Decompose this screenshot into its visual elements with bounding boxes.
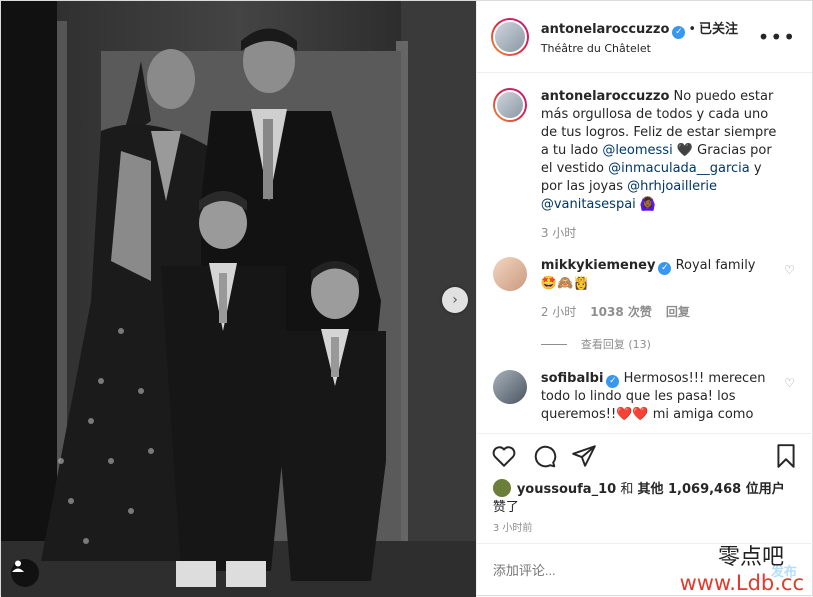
following-button[interactable]: 已关注 — [699, 22, 738, 37]
commenter-username[interactable]: mikkykiemeney — [541, 258, 656, 273]
like-comment-heart-icon[interactable]: ♡ — [784, 263, 795, 277]
location-link[interactable]: Théâtre du Châtelet — [541, 42, 738, 55]
post-sidebar: antonelaroccuzzo ✓ • 已关注 Théâtre du Châtele… — [475, 1, 813, 597]
mention-link[interactable]: @vanitasespai — [541, 197, 636, 212]
liker-avatar[interactable] — [492, 479, 511, 497]
separator-dot: • — [688, 22, 697, 37]
instagram-post: › antonelaroccuzzo ✓ • 已关注 Théâtre du Châte… — [0, 0, 813, 597]
like-comment-heart-icon[interactable]: ♡ — [784, 376, 795, 390]
replies-line — [540, 343, 567, 345]
likes-others-link[interactable]: 其他 1,069,468 位用户 — [637, 482, 784, 497]
view-replies-button[interactable]: 查看回复 (13) — [540, 336, 797, 352]
mention-link[interactable]: @inmaculada__garcia — [608, 161, 750, 176]
comment-row: mikkykiemeney ✓ Royal family 🤩🙈👸 2 小时 1038 … — [492, 257, 797, 320]
like-heart-icon[interactable] — [491, 443, 517, 469]
caption-row: antonelaroccuzzo No puedo estar más orgu… — [492, 88, 797, 241]
likes-summary: youssoufa_10 和 其他 1,069,468 位用户赞了 — [492, 479, 793, 517]
more-options-icon[interactable]: ••• — [758, 25, 796, 49]
watermark-url: www.Ldb.cc — [679, 571, 804, 595]
comment-content: 🤩🙈👸 — [540, 276, 590, 291]
watermark-text: 零点吧 — [717, 545, 784, 570]
comment-text: sofibalbi ✓ Hermosos!!! merecen todo lo l… — [541, 370, 787, 424]
likes-liked: 赞了 — [492, 500, 519, 515]
mention-link[interactable]: @leomessi — [602, 143, 672, 158]
comments-section[interactable]: antonelaroccuzzo No puedo estar más orgu… — [477, 74, 813, 432]
liker-username[interactable]: youssoufa_10 — [517, 482, 616, 497]
commenter-avatar[interactable] — [492, 257, 527, 291]
commenter-username[interactable]: sofibalbi — [541, 371, 604, 386]
author-info: antonelaroccuzzo ✓ • 已关注 Théâtre du Châtele… — [541, 18, 738, 55]
comment-bubble-icon[interactable] — [531, 443, 557, 469]
view-replies-label: 查看回复 (13) — [580, 338, 651, 351]
caption-time: 3 小时 — [540, 226, 577, 240]
comment-meta: 2 小时 1038 次赞 回复 — [541, 303, 787, 320]
tagged-users-icon[interactable] — [11, 559, 39, 587]
comment-row: sofibalbi ✓ Hermosos!!! merecen todo lo l… — [492, 370, 797, 424]
family-photo — [1, 1, 476, 597]
author-username[interactable]: antonelaroccuzzo — [541, 22, 670, 37]
caption-username[interactable]: antonelaroccuzzo — [541, 89, 670, 104]
verified-badge-icon: ✓ — [606, 375, 620, 388]
comment-content: Royal family — [671, 258, 756, 273]
caption-text: antonelaroccuzzo No puedo estar más orgu… — [541, 88, 787, 214]
action-bar — [476, 433, 813, 478]
author-avatar[interactable] — [490, 17, 529, 56]
verified-badge-icon: ✓ — [672, 26, 686, 39]
watermark: 零点吧 www.Ldb.cc — [680, 539, 804, 595]
comment-time: 2 小时 — [540, 305, 577, 319]
next-photo-arrow-icon[interactable]: › — [442, 287, 468, 313]
comment-body: mikkykiemeney ✓ Royal family 🤩🙈👸 2 小时 1038 … — [541, 257, 787, 320]
save-bookmark-icon[interactable] — [773, 443, 799, 469]
share-send-icon[interactable] — [571, 443, 597, 469]
caption-avatar[interactable] — [492, 88, 527, 122]
commenter-avatar[interactable] — [492, 370, 527, 404]
verified-badge-icon: ✓ — [658, 262, 672, 275]
comment-likes[interactable]: 1038 次赞 — [590, 305, 652, 319]
reply-button[interactable]: 回复 — [666, 305, 690, 319]
mention-link[interactable]: @hrhjoaillerie — [627, 179, 717, 194]
caption-body: antonelaroccuzzo No puedo estar más orgu… — [541, 88, 787, 241]
post-time: 3 小时前 — [492, 523, 533, 534]
comment-text: mikkykiemeney ✓ Royal family 🤩🙈👸 — [541, 257, 787, 293]
caption-part: 🙆🏾‍♀️ — [635, 197, 657, 212]
likes-and: 和 — [620, 482, 634, 497]
post-header: antonelaroccuzzo ✓ • 已关注 Théâtre du Châtele… — [476, 1, 812, 73]
post-photo[interactable]: › — [1, 1, 476, 597]
